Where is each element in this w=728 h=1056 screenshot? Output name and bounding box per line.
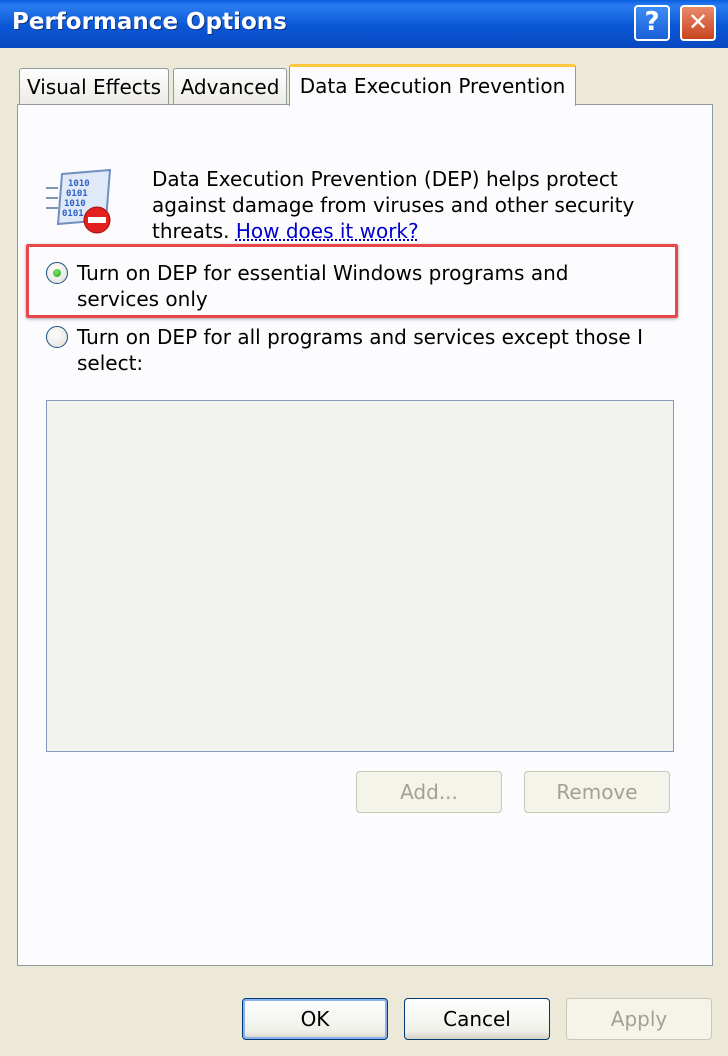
svg-text:0101: 0101 xyxy=(62,209,84,219)
apply-button[interactable]: Apply xyxy=(566,998,712,1040)
cancel-button[interactable]: Cancel xyxy=(404,998,550,1040)
ok-button[interactable]: OK xyxy=(242,998,388,1040)
dep-shield-icon: 1010 0101 1010 0101 xyxy=(46,168,112,234)
performance-options-window: Performance Options ? ✕ Visual Effects A… xyxy=(0,0,728,1056)
radio-button-selected[interactable] xyxy=(46,262,68,284)
radio-essential-label: Turn on DEP for essential Windows progra… xyxy=(77,261,569,311)
radio-all-except-selected[interactable]: Turn on DEP for all programs and service… xyxy=(46,324,656,376)
how-does-it-work-link[interactable]: How does it work? xyxy=(236,219,419,243)
add-button[interactable]: Add... xyxy=(356,771,502,813)
svg-text:1010: 1010 xyxy=(64,199,86,209)
window-title: Performance Options xyxy=(12,9,287,35)
radio-button-unselected[interactable] xyxy=(46,326,68,348)
dep-description: Data Execution Prevention (DEP) helps pr… xyxy=(152,166,652,244)
tab-data-execution-prevention[interactable]: Data Execution Prevention xyxy=(289,64,576,106)
close-button[interactable]: ✕ xyxy=(680,5,716,41)
svg-text:0101: 0101 xyxy=(66,189,88,199)
radio-all-except-label: Turn on DEP for all programs and service… xyxy=(77,325,643,375)
title-bar[interactable]: Performance Options ? ✕ xyxy=(0,0,728,48)
radio-selected-dot xyxy=(53,269,61,277)
tab-advanced[interactable]: Advanced xyxy=(173,68,287,104)
radio-essential-only[interactable]: Turn on DEP for essential Windows progra… xyxy=(46,260,656,312)
help-button[interactable]: ? xyxy=(634,5,670,41)
excluded-programs-list[interactable] xyxy=(46,400,674,752)
tab-visual-effects[interactable]: Visual Effects xyxy=(19,68,169,104)
remove-button[interactable]: Remove xyxy=(524,771,670,813)
svg-text:1010: 1010 xyxy=(68,179,90,189)
